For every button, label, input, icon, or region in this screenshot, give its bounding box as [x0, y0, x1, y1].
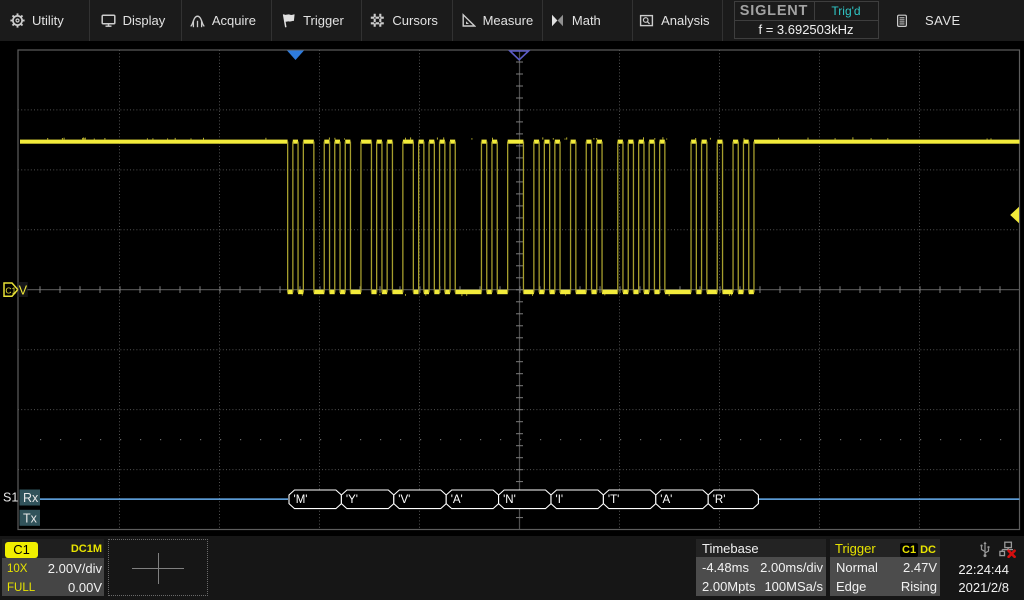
- svg-text:'A': 'A': [660, 494, 672, 506]
- svg-text:'Y': 'Y': [346, 494, 358, 506]
- svg-text:'A': 'A': [451, 494, 463, 506]
- svg-text:'I': 'I': [556, 494, 564, 506]
- svg-text:Tx: Tx: [23, 511, 38, 525]
- svg-text:'N': 'N': [503, 494, 516, 506]
- svg-text:S1: S1: [3, 491, 18, 505]
- svg-text:'T': 'T': [608, 494, 619, 506]
- svg-text:'R': 'R': [713, 494, 726, 506]
- svg-text:Rx: Rx: [23, 491, 39, 505]
- svg-text:'M': 'M': [294, 494, 308, 506]
- svg-text:C1: C1: [5, 285, 16, 295]
- svg-text:'V': 'V': [398, 494, 410, 506]
- svg-text:V: V: [19, 283, 28, 297]
